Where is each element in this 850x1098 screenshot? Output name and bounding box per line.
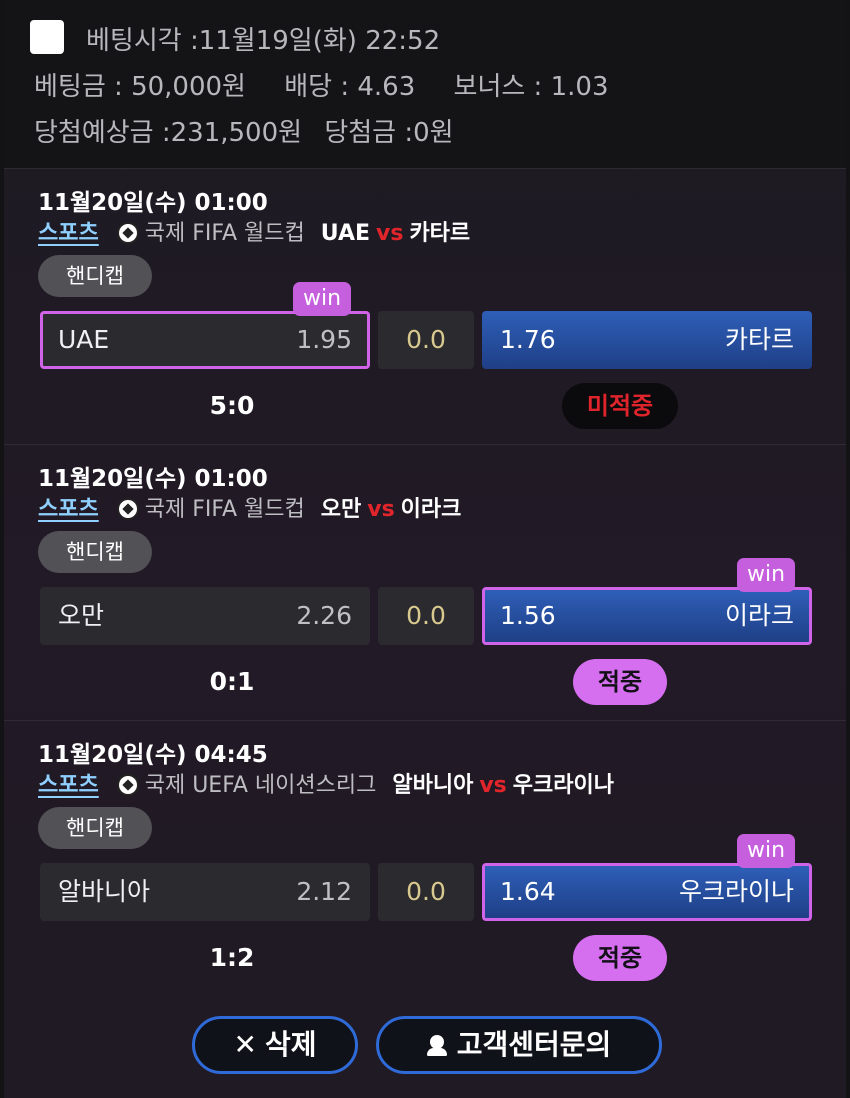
vs-label: vs	[376, 221, 404, 246]
home-odds-value: 1.95	[296, 325, 352, 354]
match-info: 스포츠 국제 FIFA 월드컵 오만 vs 이라크	[38, 491, 461, 523]
bonus-label: 보너스 :	[453, 72, 543, 102]
bet-time-value: 11월19일(화) 22:52	[198, 26, 441, 56]
home-odds-button[interactable]: 오만 2.26	[40, 587, 370, 645]
select-checkbox[interactable]	[30, 20, 64, 54]
delete-label: 삭제	[264, 1028, 317, 1061]
away-odds-value: 1.64	[500, 877, 556, 906]
match-info: 스포츠 국제 FIFA 월드컵 UAE vs 카타르	[38, 215, 470, 247]
match-time: 11월20일(수) 01:00	[38, 190, 268, 216]
bet-summary-header: 베팅시각 :11월19일(화) 22:52 베팅금 : 50,000원 배당 :…	[4, 0, 846, 168]
league-name: 국제 FIFA 월드컵	[144, 221, 305, 246]
away-odds-button[interactable]: win 1.64 우크라이나	[482, 834, 812, 921]
odds-value: 4.63	[357, 72, 416, 102]
support-inquiry-button[interactable]: 고객센터문의	[376, 1016, 662, 1074]
action-bar: ✕ 삭제 고객센터문의	[4, 996, 846, 1098]
away-odds-team: 이라크	[724, 601, 794, 630]
away-odds-button[interactable]: 1.76 카타르	[482, 311, 812, 369]
home-team: 오만	[320, 497, 362, 522]
support-label: 고객센터문의	[456, 1028, 612, 1061]
away-team: 카타르	[409, 221, 471, 246]
final-score: 0:1	[209, 667, 255, 696]
bet-time-label: 베팅시각 :	[86, 26, 199, 56]
handicap-value[interactable]: 0.0	[378, 311, 474, 369]
home-odds-value: 2.26	[296, 601, 352, 630]
match-info: 스포츠 국제 UEFA 네이션스리그 알바니아 vs 우크라이나	[38, 767, 614, 799]
home-odds-button[interactable]: 알바니아 2.12	[40, 863, 370, 921]
handicap-value[interactable]: 0.0	[378, 863, 474, 921]
close-icon: ✕	[233, 1028, 257, 1061]
expected-value: 231,500원	[170, 118, 303, 148]
odds-label: 배당 :	[284, 72, 350, 102]
away-team: 우크라이나	[512, 773, 614, 798]
sport-link[interactable]: 스포츠	[38, 773, 99, 798]
stake-row: 베팅금 : 50,000원 배당 : 4.63 보너스 : 1.03	[34, 66, 608, 103]
match-time: 11월20일(수) 04:45	[38, 742, 268, 768]
soccer-ball-icon	[116, 774, 139, 796]
away-team: 이라크	[400, 497, 462, 522]
payout-value: 0원	[413, 118, 454, 148]
delete-button[interactable]: ✕ 삭제	[192, 1016, 358, 1074]
stake-value: 50,000원	[131, 72, 246, 102]
bet-slip-card: 베팅시각 :11월19일(화) 22:52 베팅금 : 50,000원 배당 :…	[4, 0, 846, 1098]
home-team: 알바니아	[392, 773, 474, 798]
home-odds-team: 알바니아	[58, 877, 151, 906]
final-score: 5:0	[209, 391, 255, 420]
home-odds-team: UAE	[58, 325, 110, 354]
bonus-value: 1.03	[550, 72, 609, 102]
vs-label: vs	[367, 497, 395, 522]
expected-label: 당첨예상금 :	[34, 118, 171, 148]
payout-label: 당첨금 :	[324, 118, 414, 148]
headset-icon	[426, 1034, 447, 1056]
win-tag: win	[737, 834, 795, 868]
home-odds-value: 2.12	[296, 877, 352, 906]
away-odds-button[interactable]: win 1.56 이라크	[482, 558, 812, 645]
away-odds-value: 1.56	[500, 601, 556, 630]
result-badge: 적중	[573, 659, 667, 705]
bet-time-row: 베팅시각 :11월19일(화) 22:52	[86, 20, 440, 57]
soccer-ball-icon	[116, 498, 139, 520]
payout-row: 당첨예상금 :231,500원 당첨금 :0원	[34, 112, 454, 149]
market-badge: 핸디캡	[38, 255, 152, 297]
away-odds-team: 우크라이나	[678, 877, 794, 906]
sport-link[interactable]: 스포츠	[38, 497, 99, 522]
vs-label: vs	[479, 773, 507, 798]
handicap-value[interactable]: 0.0	[378, 587, 474, 645]
league-name: 국제 UEFA 네이션스리그	[144, 773, 377, 798]
away-odds-value: 1.76	[500, 325, 556, 354]
home-team: UAE	[320, 221, 370, 246]
bet-item: 11월20일(수) 01:00 스포츠 국제 FIFA 월드컵 오만 vs 이라크 핸디…	[4, 444, 846, 719]
market-badge: 핸디캡	[38, 807, 152, 849]
win-tag: win	[737, 558, 795, 592]
stake-label: 베팅금 :	[34, 72, 123, 102]
result-badge: 적중	[573, 935, 667, 981]
final-score: 1:2	[209, 943, 255, 972]
win-tag: win	[293, 282, 351, 316]
sport-link[interactable]: 스포츠	[38, 221, 99, 246]
home-odds-button[interactable]: win UAE 1.95	[40, 282, 370, 369]
league-name: 국제 FIFA 월드컵	[144, 497, 305, 522]
home-odds-team: 오만	[58, 601, 105, 630]
market-badge: 핸디캡	[38, 531, 152, 573]
bet-item: 11월20일(수) 01:00 스포츠 국제 FIFA 월드컵 UAE vs 카타르 핸…	[4, 168, 846, 443]
result-badge: 미적중	[562, 383, 678, 429]
bet-item: 11월20일(수) 04:45 스포츠 국제 UEFA 네이션스리그 알바니아 vs 우…	[4, 720, 846, 995]
match-time: 11월20일(수) 01:00	[38, 466, 268, 492]
soccer-ball-icon	[116, 222, 139, 244]
away-odds-team: 카타르	[724, 325, 794, 354]
